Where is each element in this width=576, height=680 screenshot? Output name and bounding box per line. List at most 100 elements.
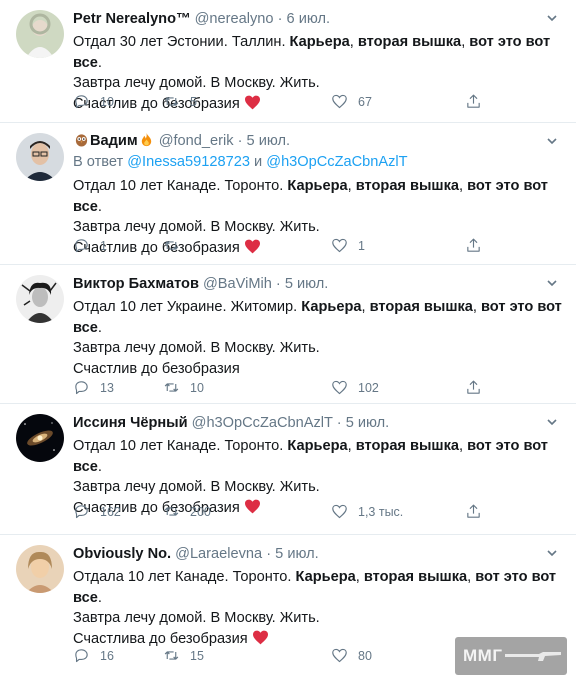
avatar[interactable] — [16, 10, 64, 58]
tweet[interactable]: Petr Nerealyno™ @nerealyno · 6 июл. Отдал… — [0, 0, 576, 123]
heart-emoji-icon — [252, 630, 268, 644]
text-segment: . — [97, 54, 102, 71]
heart-icon — [332, 380, 347, 395]
like-button[interactable]: 102 — [331, 379, 379, 396]
display-name[interactable]: Obviously No. — [73, 546, 171, 562]
reply-icon — [75, 381, 88, 395]
text-segment: Отдал 10 лет Канаде. Торонто. — [73, 438, 288, 454]
like-count: 67 — [358, 94, 372, 109]
retweet-button[interactable]: 200 — [163, 503, 211, 520]
reply-button[interactable]: 13 — [73, 379, 114, 396]
like-button[interactable]: 80 — [331, 647, 372, 664]
share-button[interactable] — [465, 237, 492, 254]
like-button[interactable]: 1,3 тыс. — [331, 503, 403, 520]
like-button[interactable]: 67 — [331, 93, 372, 110]
avatar[interactable] — [16, 545, 64, 593]
handle[interactable]: @nerealyno — [195, 11, 274, 27]
retweet-button[interactable]: 10 — [163, 379, 204, 396]
like-count: 102 — [358, 380, 379, 395]
retweet-button[interactable]: 15 — [163, 647, 204, 664]
text-segment: Отдал 30 лет Эстонии. Таллин. — [73, 34, 290, 50]
chevron-down-icon[interactable] — [546, 547, 558, 559]
text-bold: все — [73, 589, 98, 606]
text-segment: , — [472, 299, 482, 315]
like-count: 80 — [358, 648, 372, 663]
mention-link[interactable]: @Inessa59128723 — [127, 154, 250, 170]
text-segment: , — [361, 299, 370, 315]
text-bold: вот это вот — [475, 569, 557, 585]
reply-icon — [75, 95, 88, 109]
retweet-button[interactable]: 5 — [163, 93, 197, 110]
text-line: Завтра лечу домой. В Москву. Жить. — [73, 610, 320, 626]
watermark-logo: ММГ — [455, 637, 567, 675]
text-segment: Отдал 10 лет Канаде. Торонто. — [73, 178, 288, 194]
timestamp[interactable]: 5 июл. — [285, 276, 329, 292]
timestamp[interactable]: 5 июл. — [275, 546, 319, 562]
retweet-count: 10 — [190, 380, 204, 395]
chevron-down-icon[interactable] — [546, 12, 558, 24]
share-button[interactable] — [465, 503, 492, 520]
timestamp[interactable]: 5 июл. — [247, 133, 291, 149]
text-segment: , — [355, 569, 364, 585]
tweet-header: Вадим @fond_erik · 5 июл. — [73, 132, 562, 151]
chevron-down-icon[interactable] — [546, 135, 558, 147]
text-bold: вот это вот — [481, 299, 562, 315]
tweet[interactable]: Вадим @fond_erik · 5 июл. В ответ @Inessa… — [0, 123, 576, 265]
reply-icon — [75, 239, 88, 253]
chevron-down-icon[interactable] — [546, 416, 558, 428]
handle[interactable]: @fond_erik — [159, 133, 234, 149]
like-count: 1 — [358, 238, 365, 253]
display-name[interactable]: Иссиня Чёрный — [73, 415, 188, 431]
reply-icon — [75, 505, 88, 519]
watermark-text: ММГ — [463, 646, 503, 665]
share-button[interactable] — [465, 379, 492, 396]
avatar[interactable] — [16, 414, 64, 462]
rifle-icon — [505, 652, 561, 661]
text-bold: вторая вышка — [363, 569, 468, 585]
separator-dot: · — [237, 133, 243, 149]
share-button[interactable] — [465, 93, 492, 110]
handle[interactable]: @h3OpCcZaCbnAzlT — [192, 415, 333, 431]
tweet[interactable]: Виктор Бахматов @BaViMih · 5 июл. Отдал 1… — [0, 265, 576, 404]
mention-link[interactable]: @h3OpCcZaCbnAzlT — [266, 154, 407, 170]
retweet-count: 5 — [190, 94, 197, 109]
chevron-down-icon[interactable] — [546, 277, 558, 289]
display-name[interactable]: Petr Nerealyno™ — [73, 11, 191, 27]
timestamp[interactable]: 5 июл. — [346, 415, 390, 431]
like-button[interactable]: 1 — [331, 237, 365, 254]
text-bold: Карьера — [287, 178, 348, 194]
heart-icon — [332, 504, 347, 519]
display-name[interactable]: Вадим — [90, 133, 138, 149]
avatar[interactable] — [16, 133, 64, 181]
avatar[interactable] — [16, 275, 64, 323]
retweet-icon — [164, 383, 179, 392]
display-name[interactable]: Виктор Бахматов — [73, 276, 199, 292]
tweet-header: Obviously No. @Laraelevna · 5 июл. — [73, 545, 562, 564]
text-segment: Отдала 10 лет Канаде. Торонто. — [73, 569, 296, 585]
like-count: 1,3 тыс. — [358, 504, 404, 519]
heart-icon — [332, 238, 347, 253]
text-segment: , — [459, 178, 468, 194]
reply-count: 162 — [100, 504, 121, 519]
handle[interactable]: @BaViMih — [203, 276, 272, 292]
handle[interactable]: @Laraelevna — [175, 546, 262, 562]
reply-button[interactable]: 10 — [73, 93, 114, 110]
reply-count: 13 — [100, 380, 114, 395]
text-bold: Карьера — [301, 299, 362, 315]
reply-button[interactable]: 16 — [73, 647, 114, 664]
reply-button[interactable]: 162 — [73, 503, 121, 520]
text-bold: все — [73, 319, 98, 336]
text-bold: Карьера — [289, 34, 350, 50]
tweet[interactable]: Иссиня Чёрный @h3OpCcZaCbnAzlT · 5 июл. О… — [0, 404, 576, 535]
retweet-button[interactable] — [163, 237, 190, 254]
text-bold: Карьера — [295, 569, 356, 585]
reply-button[interactable]: 1 — [73, 237, 107, 254]
tweet-header: Виктор Бахматов @BaViMih · 5 июл. — [73, 275, 562, 294]
text-line: Счастлива до безобразия — [73, 630, 248, 647]
heart-icon — [332, 648, 347, 663]
text-bold: вторая вышка — [369, 299, 473, 315]
text-segment: , — [347, 438, 356, 454]
timestamp[interactable]: 6 июл. — [287, 11, 331, 27]
reply-count: 1 — [100, 238, 107, 253]
share-icon — [467, 94, 480, 108]
